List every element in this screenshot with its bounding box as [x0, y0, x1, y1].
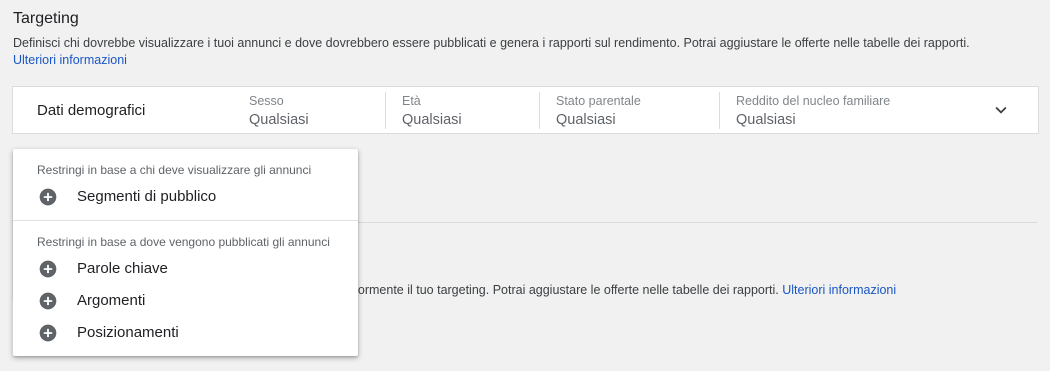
field-eta[interactable]: Età Qualsiasi: [402, 93, 462, 129]
chevron-down-icon[interactable]: [990, 99, 1012, 121]
field-label: Sesso: [249, 94, 284, 108]
menu-divider: [13, 220, 358, 221]
background-description: eriormente il tuo targeting. Potrai aggi…: [344, 283, 1050, 297]
menu-item-label: Parole chiave: [77, 260, 168, 277]
menu-item-posizionamenti[interactable]: Posizionamenti: [13, 318, 358, 348]
menu-item-label: Segmenti di pubblico: [77, 188, 217, 205]
add-circle-icon: [39, 260, 57, 278]
field-label: Stato parentale: [556, 94, 641, 108]
add-targeting-menu: Restringi in base a chi deve visualizzar…: [13, 149, 358, 356]
demographics-card[interactable]: Dati demografici Sesso Qualsiasi Età Qua…: [12, 86, 1039, 134]
menu-item-segmenti-di-pubblico[interactable]: Segmenti di pubblico: [13, 182, 358, 212]
menu-group-label-placement: Restringi in base a dove vengono pubblic…: [37, 235, 330, 249]
field-sesso[interactable]: Sesso Qualsiasi: [249, 93, 309, 129]
targeting-description-text: Definisci chi dovrebbe visualizzare i tu…: [13, 36, 970, 50]
field-divider: [385, 92, 386, 129]
field-divider: [539, 92, 540, 129]
targeting-description: Definisci chi dovrebbe visualizzare i tu…: [13, 35, 1043, 69]
add-circle-icon: [39, 324, 57, 342]
field-value: Qualsiasi: [736, 112, 796, 128]
menu-item-label: Posizionamenti: [77, 324, 179, 341]
field-value: Qualsiasi: [556, 112, 616, 128]
field-reddito[interactable]: Reddito del nucleo familiare Qualsiasi: [736, 93, 890, 129]
learn-more-link[interactable]: Ulteriori informazioni: [13, 53, 127, 67]
add-circle-icon: [39, 188, 57, 206]
menu-item-parole-chiave[interactable]: Parole chiave: [13, 254, 358, 284]
field-value: Qualsiasi: [249, 112, 309, 128]
field-value: Qualsiasi: [402, 112, 462, 128]
field-label: Età: [402, 94, 421, 108]
targeting-title: Targeting: [13, 10, 79, 27]
menu-item-argomenti[interactable]: Argomenti: [13, 286, 358, 316]
background-description-text: eriormente il tuo targeting. Potrai aggi…: [344, 283, 779, 297]
field-label: Reddito del nucleo familiare: [736, 94, 891, 108]
field-divider: [719, 92, 720, 129]
menu-item-label: Argomenti: [77, 292, 146, 309]
add-circle-icon: [39, 292, 57, 310]
background-learn-more-link[interactable]: Ulteriori informazioni: [782, 283, 896, 297]
field-stato-parentale[interactable]: Stato parentale Qualsiasi: [556, 93, 641, 129]
menu-group-label-audience: Restringi in base a chi deve visualizzar…: [37, 163, 312, 177]
demographics-title: Dati demografici: [37, 102, 146, 119]
